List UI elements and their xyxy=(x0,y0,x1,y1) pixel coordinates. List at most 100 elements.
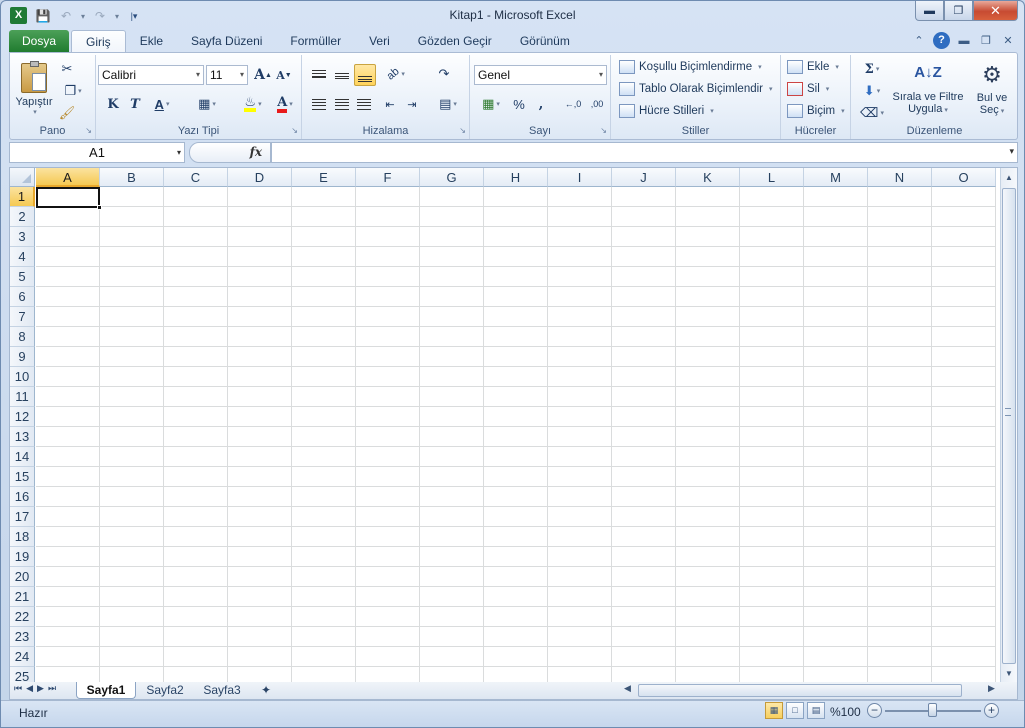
next-sheet-icon[interactable]: ▶ xyxy=(37,683,44,694)
delete-cells-button[interactable]: Sil ▾ xyxy=(787,82,829,96)
maximize-button[interactable]: ❐ xyxy=(944,1,973,21)
font-size-combo[interactable]: 11 ▾ xyxy=(206,65,248,85)
workbook-minimize-icon[interactable]: ▬ xyxy=(956,35,972,47)
column-header-d[interactable]: D xyxy=(228,168,292,187)
underline-button[interactable]: A ▾ xyxy=(148,94,176,114)
row-header-4[interactable]: 4 xyxy=(10,247,35,267)
merge-center-button[interactable]: ▤ ▾ xyxy=(432,94,464,114)
name-box-dropdown-icon[interactable]: ▾ xyxy=(177,143,181,162)
zoom-slider-thumb[interactable] xyxy=(928,703,937,717)
tab-review[interactable]: Gözden Geçir xyxy=(404,30,506,53)
alignment-launcher-icon[interactable]: ↘ xyxy=(459,126,466,135)
tab-view[interactable]: Görünüm xyxy=(506,30,584,53)
tab-page-layout[interactable]: Sayfa Düzeni xyxy=(177,30,276,53)
font-launcher-icon[interactable]: ↘ xyxy=(291,126,298,135)
comma-button[interactable]: , xyxy=(532,94,550,114)
insert-sheet-icon[interactable]: ✦ xyxy=(254,682,278,699)
fill-handle[interactable] xyxy=(97,205,102,210)
row-header-11[interactable]: 11 xyxy=(10,387,35,407)
column-header-e[interactable]: E xyxy=(292,168,356,187)
cell-styles-button[interactable]: Hücre Stilleri ▾ xyxy=(619,104,714,118)
format-as-table-button[interactable]: Tablo Olarak Biçimlendir ▾ xyxy=(619,82,773,96)
column-header-h[interactable]: H xyxy=(484,168,548,187)
row-header-17[interactable]: 17 xyxy=(10,507,35,527)
name-box[interactable]: A1 ▾ xyxy=(9,142,185,163)
help-icon[interactable]: ? xyxy=(933,32,950,49)
zoom-level[interactable]: %100 xyxy=(830,705,861,719)
paste-button[interactable]: Yapıştır ▾ xyxy=(15,59,53,119)
increase-decimal-button[interactable]: ←,0 xyxy=(562,94,584,114)
row-header-12[interactable]: 12 xyxy=(10,407,35,427)
tab-insert[interactable]: Ekle xyxy=(126,30,177,53)
row-header-21[interactable]: 21 xyxy=(10,587,35,607)
sheet-tab-1[interactable]: Sayfa1 xyxy=(76,682,136,699)
scroll-left-icon[interactable]: ◀ xyxy=(624,683,631,694)
column-header-f[interactable]: F xyxy=(356,168,420,187)
zoom-out-button[interactable]: − xyxy=(867,703,882,718)
worksheet-grid[interactable]: ABCDEFGHIJKLMNO 1 2 3 4 5 6 7 8 9 10 11 12 13 14 15 16 1… xyxy=(9,167,1018,683)
workbook-restore-icon[interactable]: ❐ xyxy=(978,34,994,47)
row-header-6[interactable]: 6 xyxy=(10,287,35,307)
column-header-k[interactable]: K xyxy=(676,168,740,187)
vertical-scroll-thumb[interactable] xyxy=(1002,188,1016,664)
increase-indent-icon[interactable]: ⇥ xyxy=(402,94,422,114)
first-sheet-icon[interactable]: ⏮ xyxy=(14,683,22,694)
find-select-button[interactable]: ⚙ Bul ve Seç ▾ xyxy=(969,58,1015,122)
row-header-7[interactable]: 7 xyxy=(10,307,35,327)
cell-area[interactable] xyxy=(36,187,996,682)
tab-home[interactable]: Giriş xyxy=(71,30,126,53)
column-header-c[interactable]: C xyxy=(164,168,228,187)
last-sheet-icon[interactable]: ⏭ xyxy=(48,683,56,694)
select-all-button[interactable] xyxy=(10,168,35,187)
row-header-23[interactable]: 23 xyxy=(10,627,35,647)
row-header-3[interactable]: 3 xyxy=(10,227,35,247)
number-launcher-icon[interactable]: ↘ xyxy=(600,126,607,135)
page-layout-view-icon[interactable]: □ xyxy=(786,702,804,719)
insert-function-icon[interactable]: fx xyxy=(250,145,262,159)
format-cells-button[interactable]: Biçim ▾ xyxy=(787,104,845,118)
number-format-combo[interactable]: Genel ▾ xyxy=(474,65,607,85)
normal-view-icon[interactable]: ▦ xyxy=(765,702,783,719)
minimize-button[interactable]: ▬ xyxy=(915,1,944,21)
fill-button[interactable]: ⬇ ▾ xyxy=(857,82,887,100)
row-header-13[interactable]: 13 xyxy=(10,427,35,447)
row-header-18[interactable]: 18 xyxy=(10,527,35,547)
column-header-m[interactable]: M xyxy=(804,168,868,187)
column-header-a[interactable]: A xyxy=(36,168,100,187)
clipboard-launcher-icon[interactable]: ↘ xyxy=(85,126,92,135)
sheet-tab-3[interactable]: Sayfa3 xyxy=(194,682,250,699)
row-header-22[interactable]: 22 xyxy=(10,607,35,627)
active-cell[interactable] xyxy=(36,187,100,208)
format-painter-icon[interactable]: 🖌 xyxy=(58,105,76,121)
expand-formula-bar-icon[interactable]: ▾ xyxy=(1009,146,1014,157)
borders-button[interactable]: ▦ ▾ xyxy=(192,94,222,114)
wrap-text-icon[interactable]: ↷ xyxy=(434,64,454,84)
vertical-scrollbar[interactable]: ▲ ▼ xyxy=(1000,168,1017,682)
row-header-15[interactable]: 15 xyxy=(10,467,35,487)
row-header-20[interactable]: 20 xyxy=(10,567,35,587)
page-break-view-icon[interactable]: ▤ xyxy=(807,702,825,719)
row-header-8[interactable]: 8 xyxy=(10,327,35,347)
row-header-25[interactable]: 25 xyxy=(10,667,35,682)
row-header-19[interactable]: 19 xyxy=(10,547,35,567)
minimize-ribbon-icon[interactable]: ⌃ xyxy=(911,34,927,47)
scroll-up-icon[interactable]: ▲ xyxy=(1001,170,1017,186)
column-header-i[interactable]: I xyxy=(548,168,612,187)
align-top-icon[interactable] xyxy=(309,64,329,84)
cut-icon[interactable]: ✂ xyxy=(58,61,76,77)
grow-font-button[interactable]: A ▲ xyxy=(253,65,273,85)
font-name-combo[interactable]: Calibri ▾ xyxy=(98,65,204,85)
column-header-o[interactable]: O xyxy=(932,168,996,187)
row-header-9[interactable]: 9 xyxy=(10,347,35,367)
sheet-tab-2[interactable]: Sayfa2 xyxy=(137,682,193,699)
horizontal-scroll-thumb[interactable] xyxy=(638,684,962,697)
row-header-5[interactable]: 5 xyxy=(10,267,35,287)
column-header-l[interactable]: L xyxy=(740,168,804,187)
row-header-1[interactable]: 1 xyxy=(10,187,35,207)
row-header-14[interactable]: 14 xyxy=(10,447,35,467)
align-center-icon[interactable] xyxy=(332,94,352,114)
column-header-n[interactable]: N xyxy=(868,168,932,187)
italic-button[interactable]: T xyxy=(126,94,144,114)
decrease-decimal-button[interactable]: ,00 xyxy=(586,94,608,114)
tab-file[interactable]: Dosya xyxy=(9,30,70,53)
